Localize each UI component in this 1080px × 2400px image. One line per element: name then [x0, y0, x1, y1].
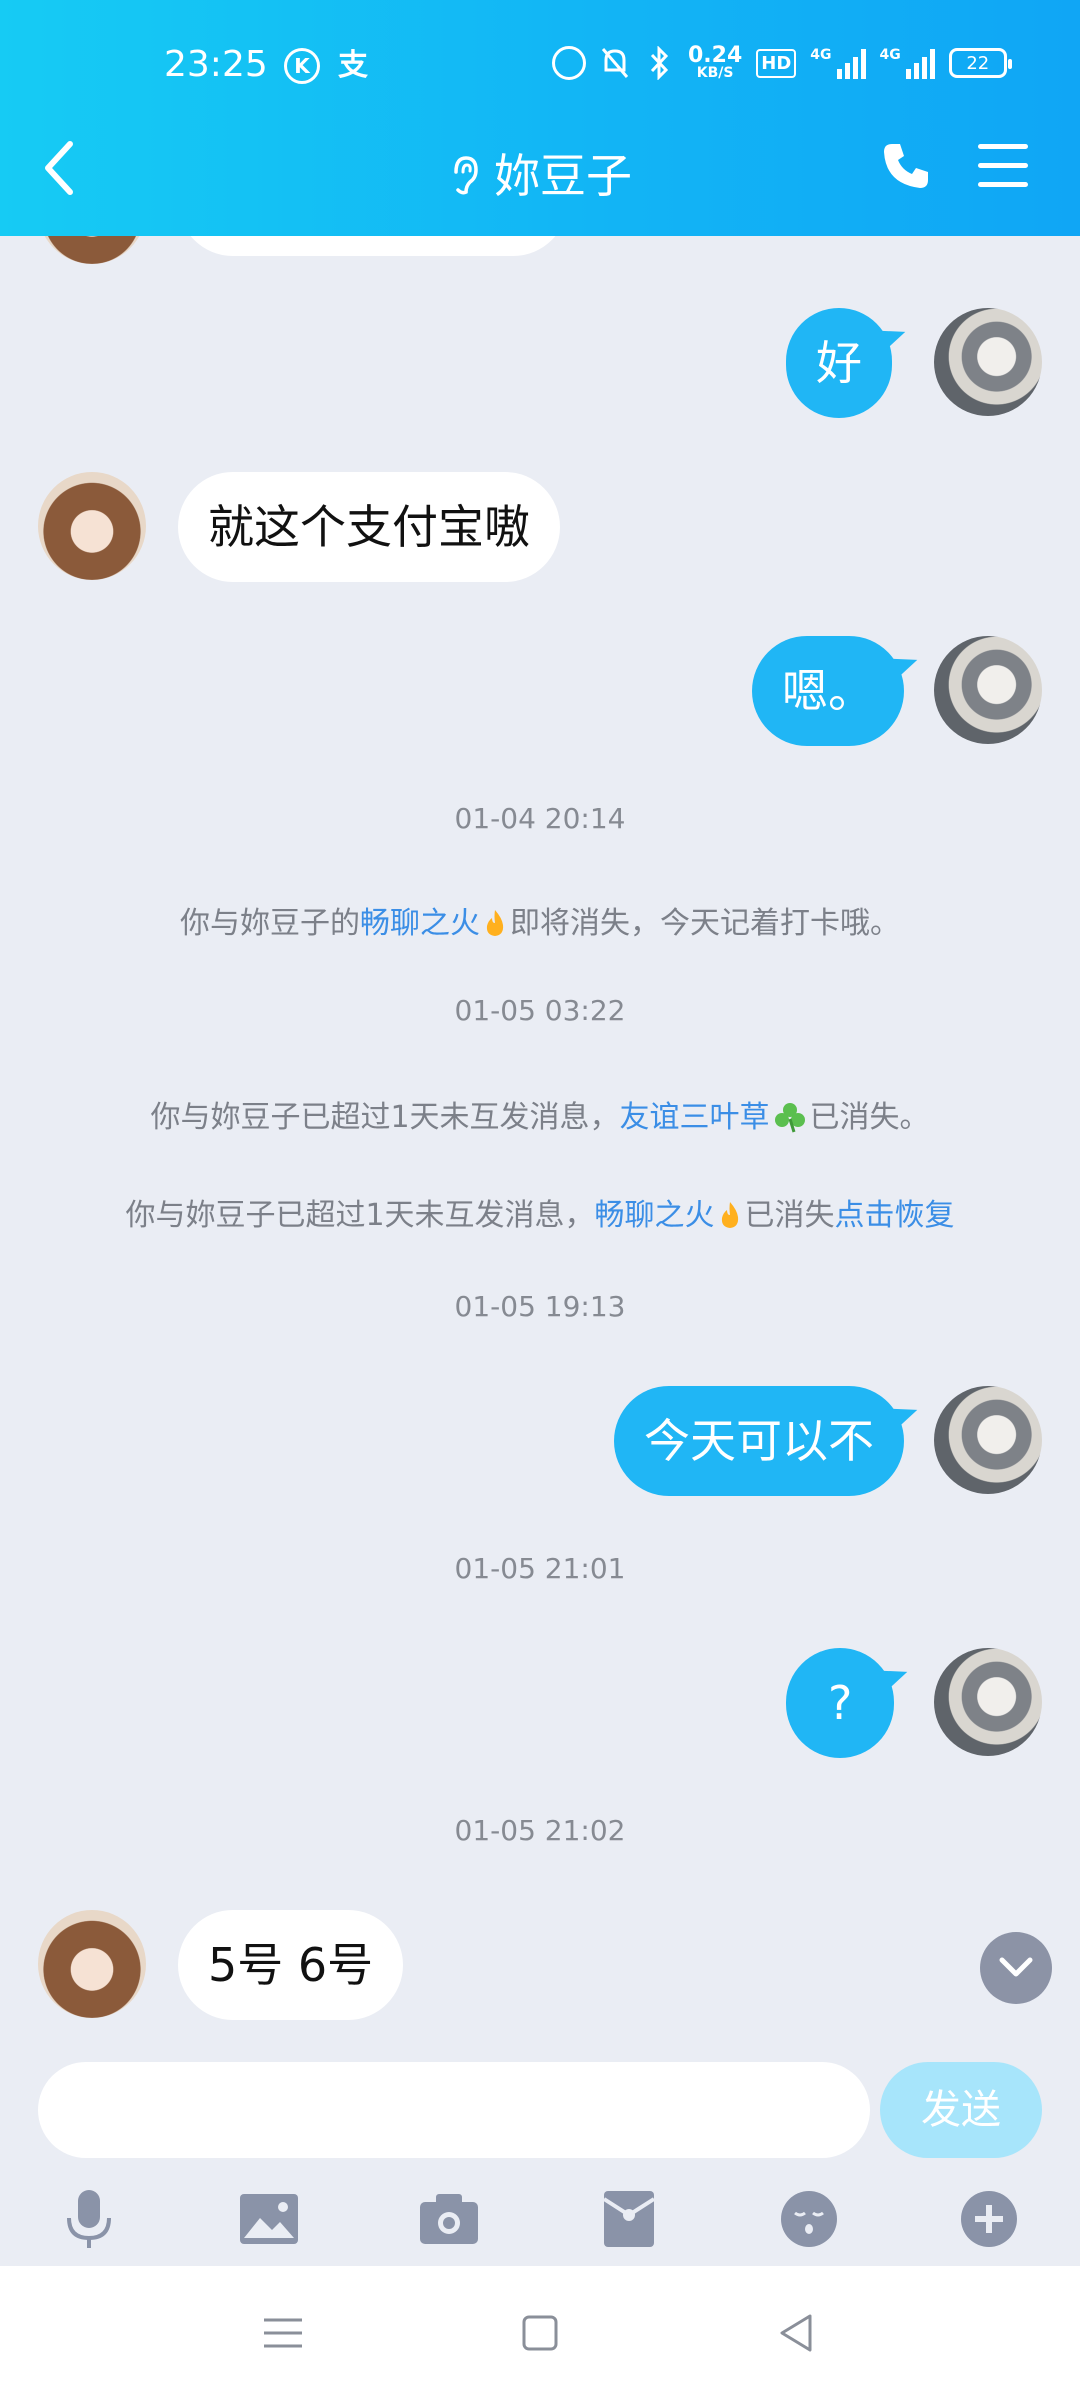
- image-icon[interactable]: [234, 2184, 304, 2254]
- avatar[interactable]: [38, 236, 146, 264]
- input-bar: 发送: [0, 2036, 1080, 2266]
- send-button[interactable]: 发送: [880, 2062, 1042, 2158]
- avatar[interactable]: [934, 308, 1042, 416]
- chat-header: 23:25 K 支 0.24 KB/S HD 4G 4G 22 妳豆子: [0, 0, 1080, 236]
- emoji-icon[interactable]: [774, 2184, 844, 2254]
- input-toolbar: [0, 2184, 1080, 2264]
- battery-icon: 22: [948, 48, 1012, 78]
- scroll-to-bottom-button[interactable]: [980, 1932, 1052, 2004]
- ear-icon: [454, 156, 478, 195]
- chevron-down-icon: [999, 1957, 1033, 1977]
- timestamp: 01-05 21:02: [454, 1814, 626, 1847]
- bluetooth-icon: [650, 46, 669, 80]
- chat-area[interactable]: 好 就这个支付宝嗷 嗯。 01-04 20:14 你与妳豆子的畅聊之火 即将消失，…: [0, 236, 1080, 2036]
- message-bubble[interactable]: 5号 6号: [178, 1910, 404, 2020]
- timestamp: 01-04 20:14: [454, 802, 626, 835]
- alipay-icon: 支: [338, 48, 368, 83]
- signal-icon-2: 4G: [880, 47, 935, 79]
- alarm-icon: [552, 46, 586, 80]
- avatar[interactable]: [38, 1910, 146, 2018]
- plus-icon[interactable]: [954, 2184, 1024, 2254]
- timestamp: 01-05 19:13: [454, 1290, 626, 1323]
- system-message-clover: 你与妳豆子已超过1天未互发消息，友谊三叶草 已消失。: [150, 1100, 930, 1135]
- avatar[interactable]: [934, 1386, 1042, 1494]
- system-nav-bar: [0, 2266, 1080, 2400]
- back-nav-icon[interactable]: [772, 2308, 822, 2358]
- fire-link[interactable]: 畅聊之火: [360, 906, 480, 941]
- status-bar: 23:25 K 支 0.24 KB/S HD 4G 4G 22: [0, 40, 1080, 96]
- status-right-icons: 0.24 KB/S HD 4G 4G 22: [552, 43, 1012, 81]
- clover-icon: [774, 1103, 805, 1133]
- home-nav-icon[interactable]: [515, 2308, 565, 2358]
- k-app-icon: K: [284, 48, 320, 84]
- clover-link[interactable]: 友谊三叶草: [620, 1100, 770, 1135]
- fire-link[interactable]: 畅聊之火: [595, 1198, 715, 1233]
- restore-link[interactable]: 点击恢复: [835, 1198, 955, 1233]
- system-message-fire-gone: 你与妳豆子已超过1天未互发消息，畅聊之火 已消失点击恢复: [125, 1198, 955, 1233]
- net-speed: 0.24 KB/S: [688, 43, 743, 81]
- red-packet-icon[interactable]: [594, 2184, 664, 2254]
- message-input[interactable]: [38, 2062, 870, 2158]
- message-bubble[interactable]: 嗯。: [752, 636, 904, 746]
- mute-icon: [601, 48, 629, 78]
- message-bubble[interactable]: 今天可以不: [614, 1386, 904, 1496]
- hd-badge: HD: [756, 48, 797, 78]
- camera-icon[interactable]: [414, 2184, 484, 2254]
- mic-icon[interactable]: [54, 2184, 124, 2254]
- message-bubble[interactable]: [178, 236, 568, 256]
- menu-nav-icon[interactable]: [258, 2308, 308, 2358]
- avatar[interactable]: [934, 636, 1042, 744]
- timestamp: 01-05 03:22: [454, 994, 626, 1027]
- avatar[interactable]: [934, 1648, 1042, 1756]
- status-left-icons: K 支: [284, 48, 368, 84]
- system-message-fire-warning: 你与妳豆子的畅聊之火 即将消失，今天记着打卡哦。: [180, 906, 900, 941]
- message-bubble[interactable]: 就这个支付宝嗷: [178, 472, 560, 582]
- message-bubble[interactable]: ?: [786, 1648, 895, 1758]
- message-bubble[interactable]: 好: [786, 308, 892, 418]
- fire-icon: [486, 910, 504, 936]
- fire-icon: [721, 1202, 738, 1228]
- menu-icon[interactable]: [978, 144, 1028, 190]
- phone-icon[interactable]: [880, 140, 932, 192]
- contact-name: 妳豆子: [494, 149, 632, 203]
- avatar[interactable]: [38, 472, 146, 580]
- status-time: 23:25: [164, 44, 268, 85]
- timestamp: 01-05 21:01: [454, 1552, 626, 1585]
- signal-icon: 4G: [810, 47, 866, 79]
